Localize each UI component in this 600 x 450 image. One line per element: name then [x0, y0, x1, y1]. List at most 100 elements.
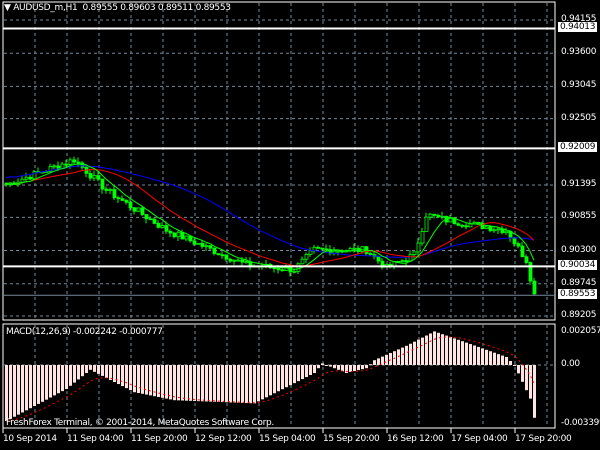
macd-histogram-bar [505, 357, 508, 365]
candle-body [476, 222, 481, 224]
candle-body [416, 242, 421, 253]
candle-body [208, 245, 213, 249]
candle-body [528, 262, 533, 282]
macd-histogram-bar [133, 365, 136, 393]
macd-histogram-bar [469, 344, 472, 365]
macd-histogram-bar [57, 365, 60, 394]
time-axis-label: 17 Sep 20:00 [515, 434, 572, 444]
macd-histogram-bar [165, 365, 168, 399]
macd-histogram-bar [321, 363, 324, 365]
macd-histogram-bar [445, 335, 448, 365]
candle-body [196, 242, 201, 245]
candle-body [296, 263, 301, 272]
macd-histogram-bar [85, 365, 88, 373]
candle-body [440, 215, 445, 218]
candle-body [244, 261, 249, 264]
macd-histogram-bar [417, 339, 420, 365]
candle-body [120, 198, 125, 201]
candle-body [164, 225, 169, 232]
candle-body [360, 246, 365, 253]
macd-scale-min: -0.003399 [561, 418, 600, 428]
triangle-down-icon[interactable]: ▼ [4, 3, 11, 13]
macd-histogram-bar [493, 352, 496, 365]
macd-histogram-bar [329, 365, 332, 367]
macd-histogram-bar [29, 365, 32, 409]
candle-body [336, 250, 341, 253]
candle-body [400, 260, 405, 263]
candle-body [468, 223, 473, 228]
time-axis-label: 11 Sep 20:00 [131, 434, 188, 444]
candle-body [200, 242, 205, 247]
macd-histogram-bar [45, 365, 48, 400]
macd-histogram-bar [25, 365, 28, 411]
macd-histogram-bar [89, 365, 92, 370]
macd-histogram-bar [221, 365, 224, 403]
macd-histogram-bar [81, 365, 84, 377]
candle-body [204, 245, 209, 248]
time-axis-label: 10 Sep 2014 [3, 434, 57, 444]
macd-histogram-bar [373, 360, 376, 365]
candle-body [168, 230, 173, 234]
macd-histogram-bar [49, 365, 52, 398]
macd-histogram-bar [281, 365, 284, 390]
candle-body [124, 200, 129, 203]
macd-histogram-bar [181, 365, 184, 401]
candle-body [376, 256, 381, 262]
macd-histogram-bar [509, 361, 512, 365]
macd-histogram-bar [61, 365, 64, 392]
macd-histogram-bar [513, 365, 516, 366]
macd-histogram-bar [457, 339, 460, 365]
price-axis-label: 0.92505 [561, 112, 597, 123]
macd-scale-zero: 0.00 [561, 359, 580, 369]
symbol-info: AUDUSD_m,H1 [13, 3, 78, 13]
candle-body [276, 267, 281, 271]
macd-histogram-bar [405, 345, 408, 365]
macd-histogram-bar [385, 354, 388, 365]
candle-body [320, 247, 325, 250]
symbol-header: ▼ AUDUSD_m,H1 0.89555 0.89603 0.89511 0.… [4, 3, 231, 13]
macd-histogram-bar [161, 365, 164, 398]
macd-histogram-bar [141, 365, 144, 394]
macd-histogram-bar [461, 341, 464, 365]
price-axis-label: 0.93600 [561, 47, 597, 58]
macd-histogram-bar [109, 365, 112, 380]
candle-body [228, 258, 233, 262]
candle-body [144, 214, 149, 220]
macd-histogram-bar [193, 365, 196, 401]
macd-histogram-bar [217, 365, 220, 402]
candle-body [100, 178, 105, 190]
candle-body [532, 280, 537, 295]
price-chart[interactable] [0, 0, 600, 450]
price-axis-label: 0.89205 [561, 310, 597, 320]
candle-body [52, 165, 57, 168]
time-axis-label: 11 Sep 04:00 [67, 434, 124, 444]
macd-histogram-bar [333, 365, 336, 369]
macd-histogram-bar [197, 365, 200, 402]
candle-body [28, 176, 33, 180]
candle-body [488, 226, 493, 232]
macd-histogram-bar [137, 365, 140, 393]
macd-histogram-bar [189, 365, 192, 401]
candle-body [292, 270, 297, 273]
macd-histogram-bar [65, 365, 68, 389]
macd-histogram-bar [105, 365, 108, 378]
candle-body [152, 218, 157, 224]
candle-body [184, 235, 189, 240]
candle-body [68, 159, 73, 165]
macd-histogram-bar [313, 365, 316, 373]
candle-body [116, 197, 121, 200]
macd-histogram-bar [353, 365, 356, 372]
candle-body [304, 254, 309, 260]
macd-histogram-bar [125, 365, 128, 389]
candle-body [96, 175, 101, 180]
macd-histogram-bar [201, 365, 204, 402]
candle-body [492, 229, 497, 232]
candle-body [460, 224, 465, 227]
candle-body [64, 163, 69, 166]
level-price-label: 0.92009 [558, 142, 598, 153]
macd-histogram-bar [177, 365, 180, 401]
macd-histogram-bar [121, 365, 124, 387]
macd-histogram-bar [237, 365, 240, 403]
candle-body [316, 246, 321, 249]
macd-histogram-bar [477, 346, 480, 365]
